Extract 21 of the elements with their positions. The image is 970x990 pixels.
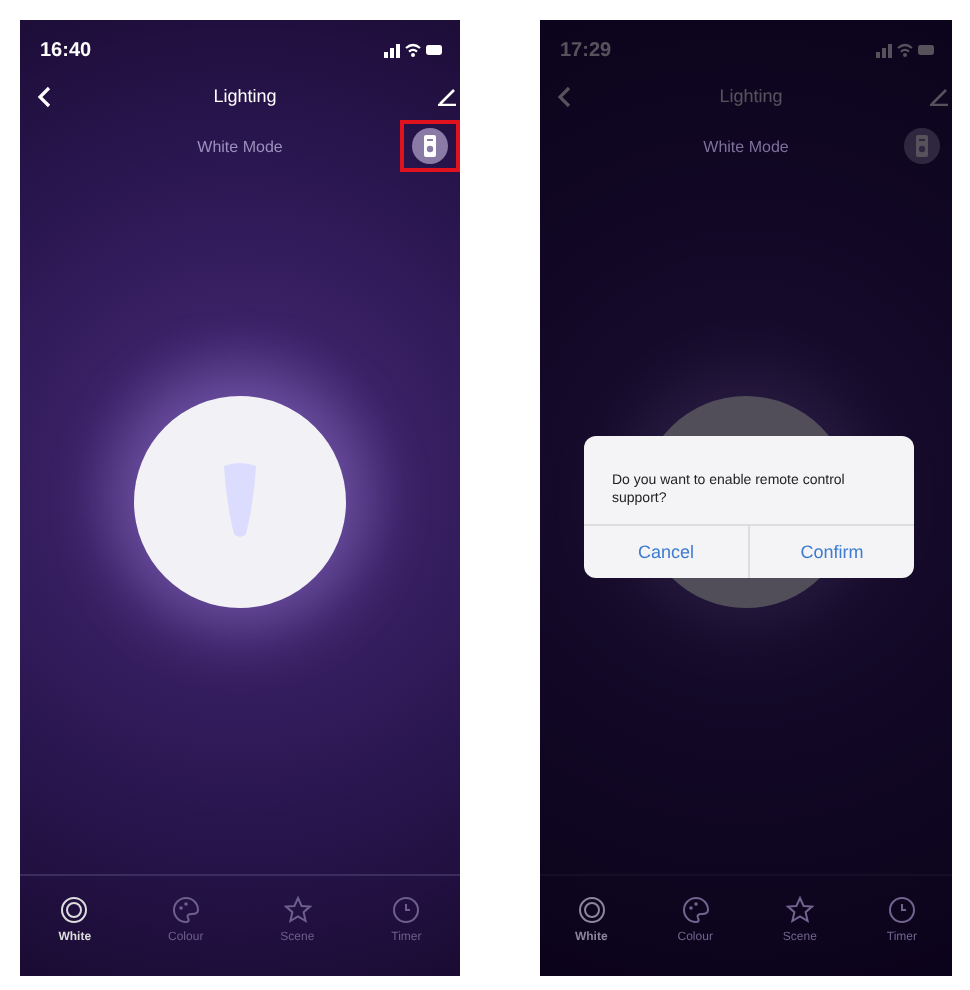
status-time: 17:29 <box>560 39 612 61</box>
mode-subtitle: White Mode <box>197 137 283 155</box>
palette-icon <box>171 896 200 924</box>
back-icon[interactable] <box>36 85 52 107</box>
dialog-button[interactable]: Confirm <box>748 526 914 579</box>
ring-icon <box>577 896 606 924</box>
status-icons-icon <box>384 42 444 58</box>
clock-icon <box>887 896 916 924</box>
palette-icon <box>681 896 710 924</box>
star-icon <box>283 896 312 924</box>
clock-icon <box>392 896 421 924</box>
screen-title: Lighting <box>213 86 277 106</box>
ring-icon <box>60 896 89 924</box>
mode-subtitle: White Mode <box>703 137 789 155</box>
status-icons-icon <box>876 42 936 58</box>
status-time: 16:40 <box>40 39 92 61</box>
star-icon <box>785 896 814 924</box>
screen-title: Lighting <box>719 86 783 106</box>
remote-icon[interactable] <box>412 128 448 164</box>
edit-icon[interactable] <box>438 87 456 105</box>
dialog-button[interactable]: Cancel <box>584 526 748 579</box>
